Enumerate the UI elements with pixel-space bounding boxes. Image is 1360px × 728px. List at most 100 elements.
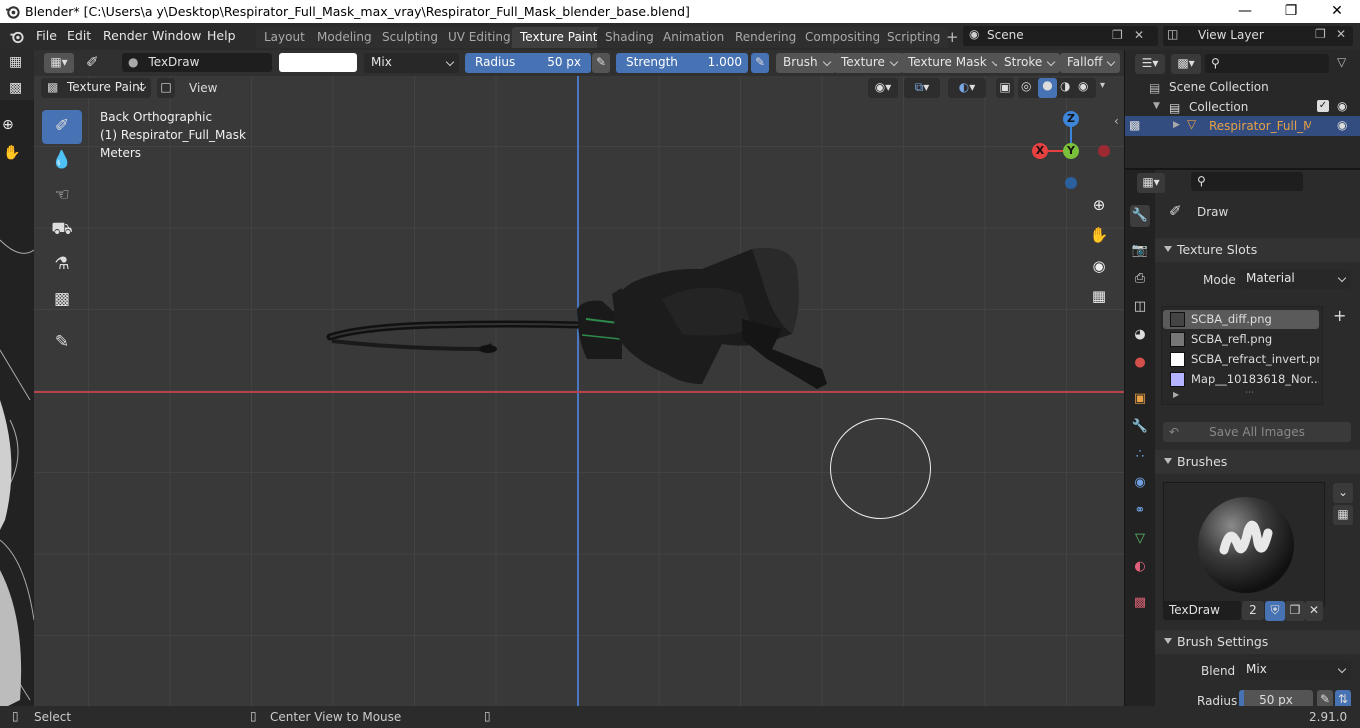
- physics-tab-icon[interactable]: ◉: [1130, 472, 1150, 494]
- paint-mask-icon[interactable]: □: [157, 78, 175, 98]
- add-slot-icon[interactable]: +: [1333, 306, 1346, 325]
- brush-users-count[interactable]: 2: [1242, 601, 1264, 620]
- tool-tab-icon[interactable]: 🔧: [1130, 205, 1150, 227]
- brush-dropdown-icon[interactable]: ⌄: [1333, 483, 1353, 503]
- collection-label[interactable]: Collection: [1189, 100, 1248, 114]
- gizmo-z-axis[interactable]: Z: [1063, 111, 1079, 127]
- new-scene-icon[interactable]: ❐: [1112, 28, 1123, 42]
- strength-pressure-icon[interactable]: ✎: [751, 53, 769, 73]
- visibility-icon[interactable]: ◉▾: [868, 78, 898, 98]
- texture-tab-icon[interactable]: ▩: [1130, 592, 1150, 614]
- tab-scripting[interactable]: Scripting: [879, 27, 949, 48]
- scene-collection-label[interactable]: Scene Collection: [1169, 80, 1269, 94]
- close-icon[interactable]: ✕: [1314, 0, 1360, 23]
- tab-shading[interactable]: Shading: [597, 27, 662, 48]
- tab-compositing[interactable]: Compositing: [797, 27, 889, 48]
- props-editor-type-icon[interactable]: ▦▾: [1137, 173, 1165, 193]
- falloff-menu[interactable]: Falloff: [1060, 53, 1121, 73]
- texture-menu[interactable]: Texture: [834, 53, 903, 73]
- brush-settings-header[interactable]: Brush Settings: [1155, 630, 1360, 654]
- gizmo-x-axis[interactable]: X: [1032, 143, 1048, 159]
- pan-icon-left[interactable]: ✋: [3, 145, 20, 161]
- shading-options-icon[interactable]: ▾: [1100, 80, 1105, 91]
- tab-rendering[interactable]: Rendering: [727, 27, 805, 48]
- tab-modeling[interactable]: Modeling: [309, 27, 380, 48]
- soften-tool[interactable]: 💧: [42, 144, 82, 178]
- blend-mode-dropdown[interactable]: Mix: [364, 53, 459, 73]
- view-layer-tab-icon[interactable]: ◫: [1130, 296, 1150, 318]
- constraints-tab-icon[interactable]: ⚭: [1130, 500, 1150, 522]
- mode-dropdown[interactable]: ▩ Texture Paint: [41, 78, 151, 98]
- texture-slot[interactable]: Map__10183618_Nor...: [1163, 370, 1319, 389]
- overlays-toggle-icon[interactable]: ◐▾: [948, 78, 986, 98]
- menu-help[interactable]: Help: [207, 28, 236, 43]
- object-expand-icon[interactable]: ▶: [1173, 120, 1180, 130]
- solid-shading-icon[interactable]: ●: [1038, 78, 1057, 98]
- texture-slot[interactable]: SCBA_refract_invert.png: [1163, 350, 1319, 369]
- stroke-menu[interactable]: Stroke: [997, 53, 1061, 73]
- texture-slot[interactable]: SCBA_diff.png: [1163, 310, 1319, 329]
- menu-file[interactable]: File: [36, 28, 57, 43]
- save-all-images-button[interactable]: ↶ Save All Images: [1163, 422, 1351, 442]
- minimize-icon[interactable]: —: [1222, 0, 1268, 23]
- 3d-viewport[interactable]: Back Orthographic (1) Respirator_Full_Ma…: [34, 76, 1124, 706]
- object-label[interactable]: Respirator_Full_Mask: [1209, 119, 1311, 133]
- gizmo-y-axis[interactable]: Y: [1063, 143, 1079, 159]
- brush-tool-icon[interactable]: ✐: [86, 53, 99, 71]
- texture-mask-menu[interactable]: Texture Mask: [901, 53, 1005, 73]
- add-workspace-icon[interactable]: +: [946, 28, 959, 46]
- tab-layout[interactable]: Layout: [256, 27, 313, 48]
- scene-tab-icon[interactable]: ◕: [1130, 324, 1150, 346]
- clone-tool[interactable]: ⛟: [42, 213, 82, 247]
- unlink-brush-icon[interactable]: ✕: [1305, 601, 1323, 621]
- new-view-layer-icon[interactable]: ❐: [1315, 27, 1326, 41]
- wireframe-shading-icon[interactable]: ◎: [1021, 79, 1031, 93]
- brush-icon-image-icon[interactable]: ▦: [1333, 505, 1353, 525]
- collection-expand-icon[interactable]: ▼: [1153, 101, 1160, 111]
- menu-window[interactable]: Window: [152, 28, 201, 43]
- camera-view-icon[interactable]: ◉: [1086, 254, 1112, 280]
- xray-toggle-icon[interactable]: ▣: [996, 78, 1014, 98]
- display-mode-icon[interactable]: ▩▾: [1171, 54, 1201, 74]
- slot-mode-dropdown[interactable]: Material: [1239, 269, 1351, 289]
- list-expand-icon[interactable]: ▶: [1173, 390, 1179, 399]
- output-tab-icon[interactable]: ⎙: [1130, 268, 1150, 290]
- duplicate-brush-icon[interactable]: ❐: [1285, 601, 1305, 621]
- properties-search-input[interactable]: ⚲: [1191, 172, 1303, 191]
- data-tab-icon[interactable]: ▽: [1130, 528, 1150, 550]
- editor-type-icon-left[interactable]: ▦: [9, 54, 22, 70]
- rendered-shading-icon[interactable]: ◉: [1078, 79, 1088, 93]
- render-tab-icon[interactable]: 📷: [1130, 240, 1150, 262]
- texture-slot[interactable]: SCBA_refl.png: [1163, 330, 1319, 349]
- zoom-view-icon[interactable]: ⊕: [1086, 193, 1112, 219]
- list-resize-handle[interactable]: ⋯: [1245, 388, 1254, 398]
- brush-menu[interactable]: Brush: [776, 53, 836, 73]
- fake-user-icon[interactable]: ⛨: [1265, 601, 1285, 621]
- radius-pressure-icon[interactable]: ✎: [592, 53, 610, 73]
- blend-dropdown[interactable]: Mix: [1239, 660, 1351, 680]
- sidebar-toggle-icon[interactable]: ‹: [1114, 114, 1119, 128]
- object-tab-icon[interactable]: ▣: [1130, 388, 1150, 410]
- texture-slots-header[interactable]: Texture Slots: [1155, 238, 1360, 262]
- delete-scene-icon[interactable]: ✕: [1134, 28, 1144, 42]
- mask-tool[interactable]: ▩: [42, 283, 82, 317]
- brush-preview[interactable]: [1163, 482, 1325, 606]
- ortho-toggle-icon[interactable]: ▦: [1086, 284, 1112, 310]
- menu-edit[interactable]: Edit: [67, 28, 91, 43]
- particles-tab-icon[interactable]: ∴: [1130, 444, 1150, 466]
- tab-texture-paint[interactable]: Texture Paint: [512, 27, 606, 48]
- smear-tool[interactable]: ☜: [42, 179, 82, 213]
- tab-uv-editing[interactable]: UV Editing: [440, 27, 519, 48]
- brushes-header[interactable]: Brushes: [1155, 450, 1360, 474]
- material-shading-icon[interactable]: ◑: [1060, 79, 1070, 93]
- editor-type-icon[interactable]: ▦▾: [44, 53, 74, 73]
- pan-view-icon[interactable]: ✋: [1086, 223, 1112, 249]
- material-tab-icon[interactable]: ◐: [1130, 556, 1150, 578]
- object-visibility-icon[interactable]: ◉: [1337, 118, 1347, 132]
- tab-animation[interactable]: Animation: [655, 27, 733, 48]
- brush-name-field[interactable]: TexDraw: [1163, 601, 1241, 620]
- zoom-icon-left[interactable]: ⊕: [2, 117, 14, 133]
- delete-view-layer-icon[interactable]: ✕: [1336, 27, 1346, 41]
- brush-name-field[interactable]: ● TexDraw: [122, 53, 272, 72]
- world-tab-icon[interactable]: ●: [1130, 352, 1150, 374]
